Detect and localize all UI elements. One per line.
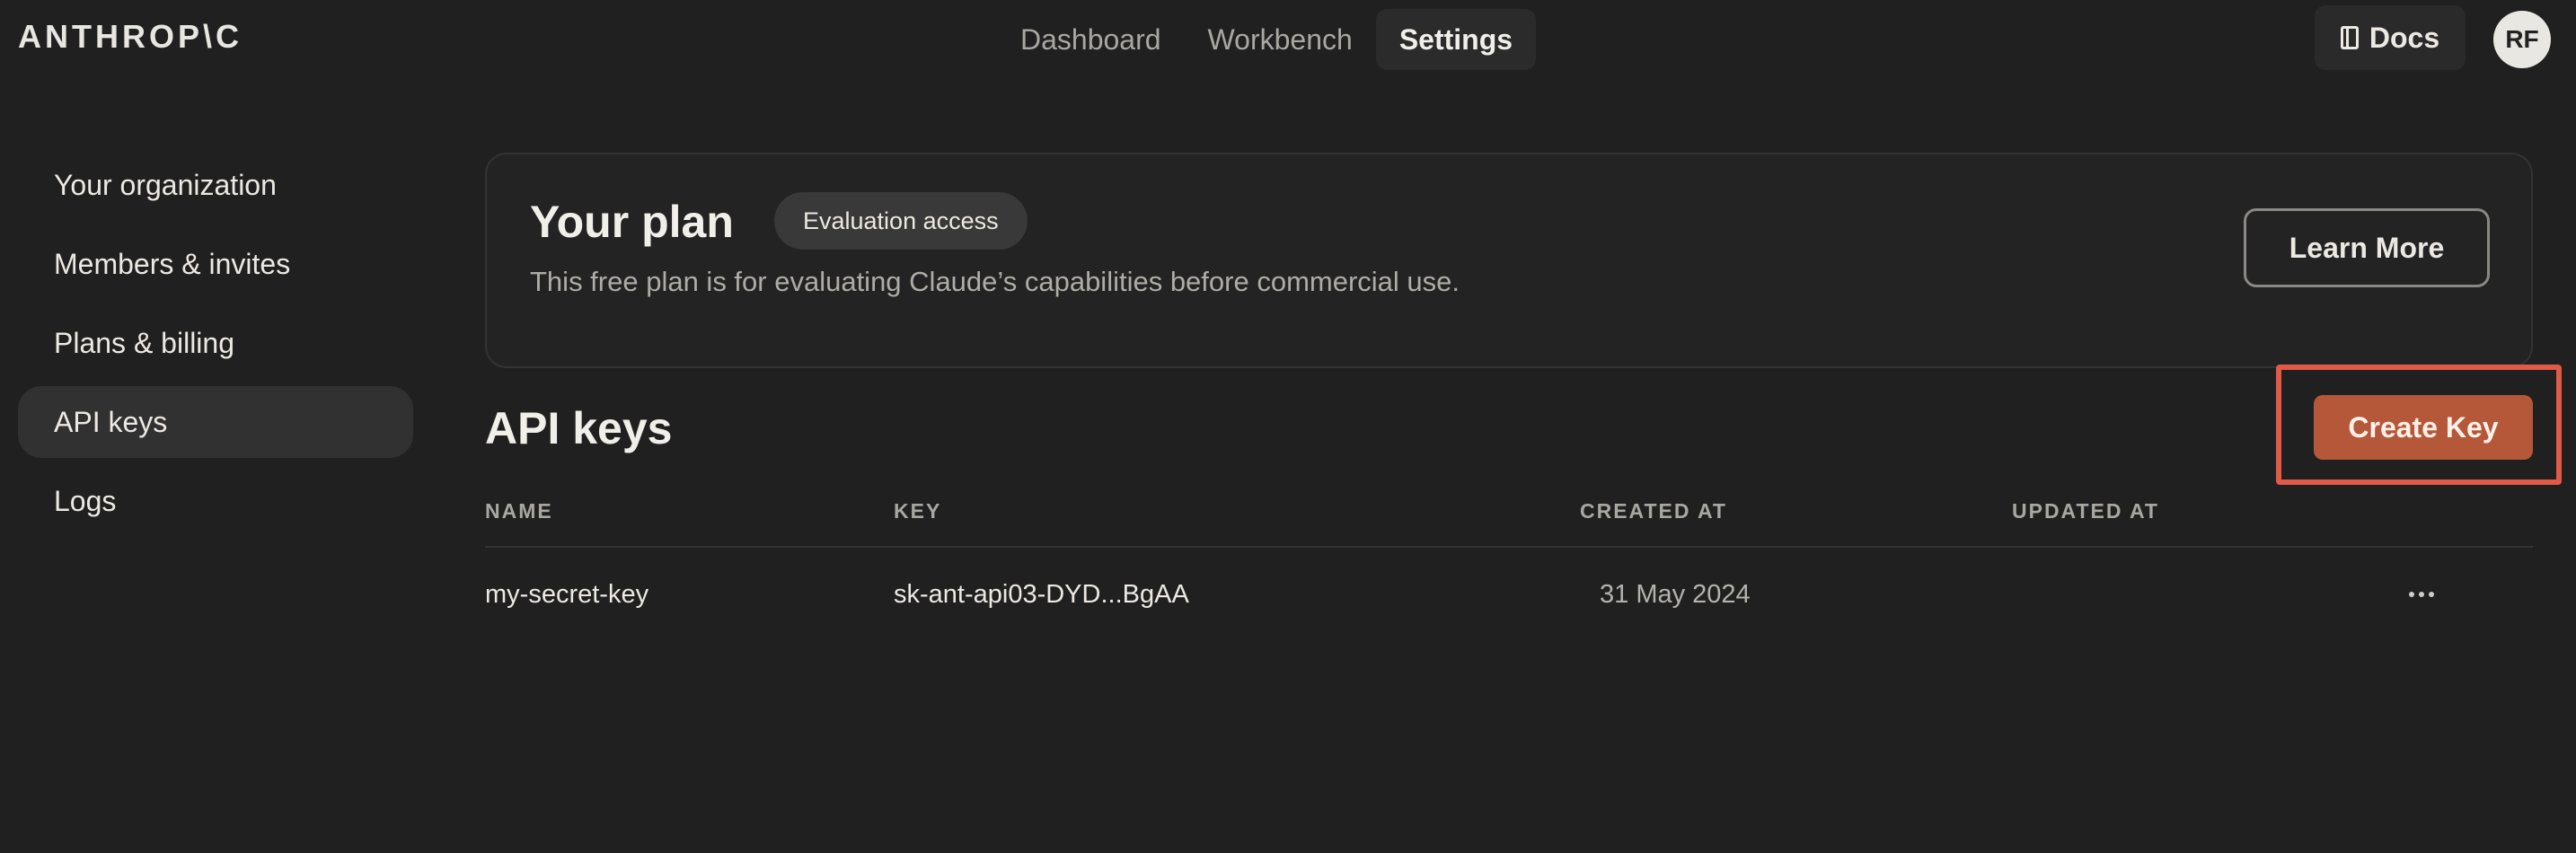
column-header-name: NAME bbox=[485, 499, 553, 523]
column-header-updated-at: UPDATED AT bbox=[2012, 499, 2159, 523]
created-at-cell: 31 May 2024 bbox=[1600, 580, 1751, 609]
api-keys-title: API keys bbox=[485, 403, 673, 453]
sidebar-item-api-keys[interactable]: API keys bbox=[18, 386, 413, 458]
menu-dot bbox=[2419, 592, 2424, 597]
settings-page: ANTHROP\C Dashboard Workbench Settings D… bbox=[0, 0, 2576, 853]
more-horizontal-icon[interactable] bbox=[2404, 578, 2439, 611]
user-avatar[interactable]: RF bbox=[2493, 11, 2551, 68]
sidebar-item-members-invites[interactable]: Members & invites bbox=[18, 228, 413, 300]
menu-dot bbox=[2409, 592, 2414, 597]
create-key-button[interactable]: Create Key bbox=[2314, 395, 2533, 460]
key-name-cell: my-secret-key bbox=[485, 580, 649, 609]
plan-card: Your plan Evaluation access This free pl… bbox=[485, 153, 2533, 368]
anthropic-logo[interactable]: ANTHROP\C bbox=[18, 18, 243, 56]
nav-dashboard[interactable]: Dashboard bbox=[997, 9, 1185, 70]
menu-dot bbox=[2429, 592, 2434, 597]
learn-more-button[interactable]: Learn More bbox=[2244, 208, 2490, 287]
top-nav: Dashboard Workbench Settings bbox=[997, 9, 1537, 70]
settings-sidebar: Your organization Members & invites Plan… bbox=[18, 149, 413, 544]
book-icon bbox=[2340, 26, 2359, 49]
plan-description: This free plan is for evaluating Claude’… bbox=[530, 266, 1460, 297]
docs-button[interactable]: Docs bbox=[2315, 5, 2466, 70]
table-divider bbox=[485, 546, 2533, 548]
sidebar-item-plans-billing[interactable]: Plans & billing bbox=[18, 307, 413, 379]
key-value-cell: sk-ant-api03-DYD...BgAA bbox=[894, 580, 1189, 609]
sidebar-item-logs[interactable]: Logs bbox=[18, 465, 413, 537]
plan-title: Your plan bbox=[530, 197, 734, 247]
sidebar-item-your-organization[interactable]: Your organization bbox=[18, 149, 413, 221]
column-header-key: KEY bbox=[894, 499, 942, 523]
docs-label: Docs bbox=[2369, 21, 2440, 54]
column-header-created-at: CREATED AT bbox=[1580, 499, 1727, 523]
nav-settings[interactable]: Settings bbox=[1375, 9, 1537, 70]
plan-badge: Evaluation access bbox=[774, 192, 1028, 250]
nav-workbench[interactable]: Workbench bbox=[1185, 9, 1376, 70]
